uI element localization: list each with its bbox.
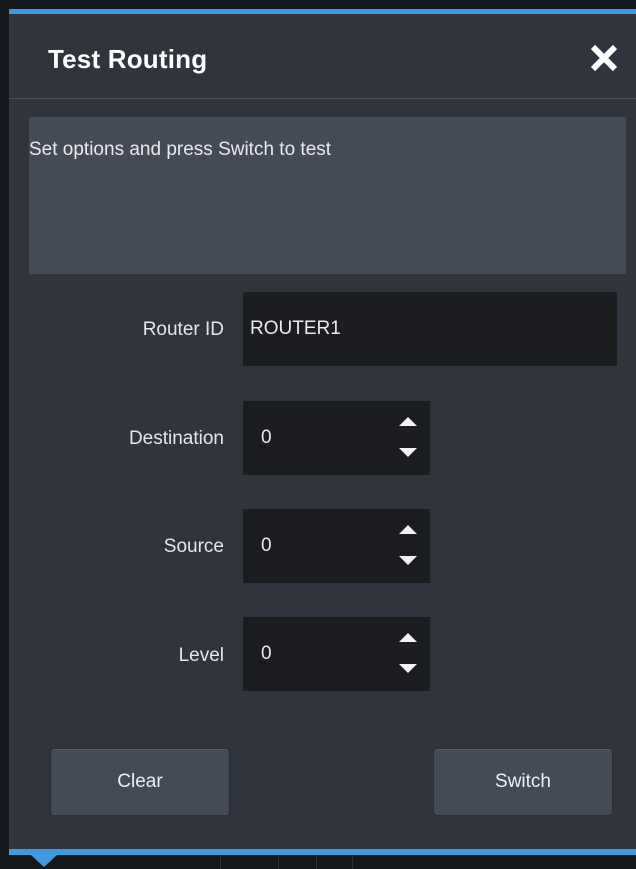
destination-value[interactable]: 0 — [261, 427, 272, 449]
timeline-divider — [352, 855, 353, 869]
bottom-accent-bar — [9, 849, 636, 855]
timeline-divider — [278, 855, 279, 869]
clear-button[interactable]: Clear — [50, 748, 230, 816]
source-increment-icon[interactable] — [399, 525, 417, 534]
destination-decrement-icon[interactable] — [399, 448, 417, 457]
close-icon — [590, 44, 618, 72]
router-id-input[interactable] — [243, 292, 617, 366]
level-increment-icon[interactable] — [399, 633, 417, 642]
destination-increment-icon[interactable] — [399, 417, 417, 426]
destination-label: Destination — [128, 428, 224, 449]
level-spinner[interactable]: 0 — [243, 617, 430, 691]
source-spinner[interactable]: 0 — [243, 509, 430, 583]
level-decrement-icon[interactable] — [399, 664, 417, 673]
router-id-label: Router ID — [142, 319, 224, 340]
source-decrement-icon[interactable] — [399, 556, 417, 565]
level-value[interactable]: 0 — [261, 643, 272, 665]
timeline-divider — [316, 855, 317, 869]
dialog-title: Test Routing — [48, 44, 208, 74]
instructions-text: Set options and press Switch to test — [29, 139, 332, 160]
source-value[interactable]: 0 — [261, 535, 272, 557]
pointer-notch-icon — [31, 855, 57, 867]
level-label: Level — [178, 645, 224, 666]
timeline-divider — [220, 855, 221, 869]
close-button[interactable] — [584, 38, 624, 78]
test-routing-dialog: Test Routing Set options and press Switc… — [9, 14, 636, 849]
source-label: Source — [163, 536, 224, 557]
screen: Test Routing Set options and press Switc… — [0, 0, 636, 869]
dialog-title-bar: Test Routing — [9, 14, 636, 99]
switch-button[interactable]: Switch — [433, 748, 613, 816]
destination-spinner[interactable]: 0 — [243, 401, 430, 475]
message-panel: Set options and press Switch to test — [29, 117, 626, 274]
